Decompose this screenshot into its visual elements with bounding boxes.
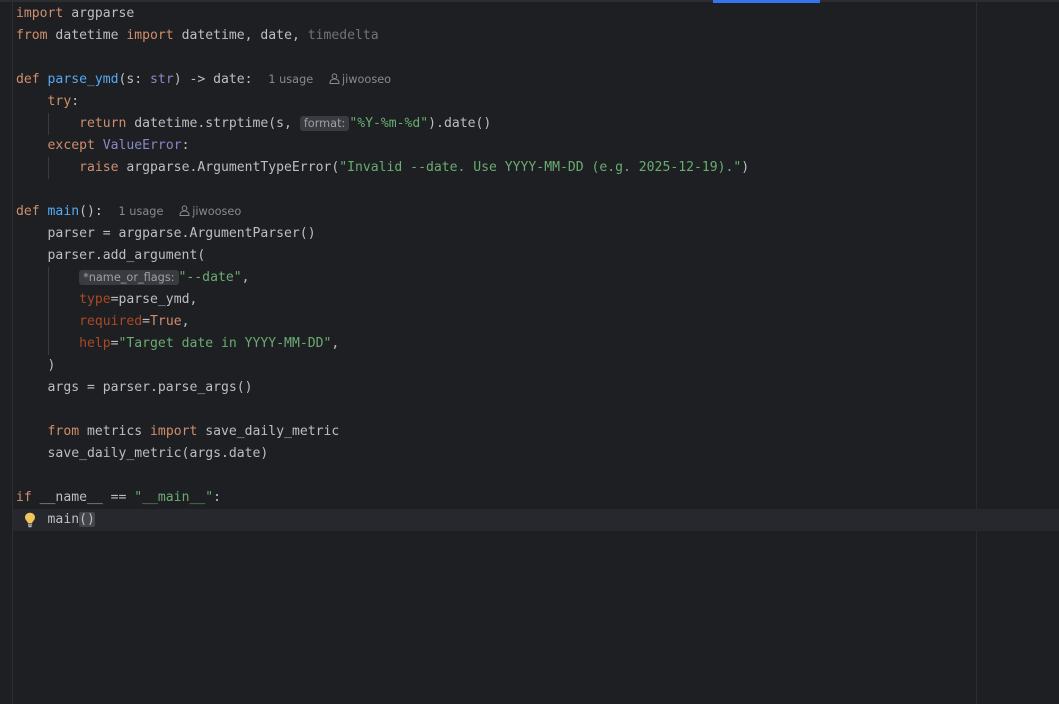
code-text: = — [142, 314, 151, 329]
lightbulb-icon[interactable] — [24, 512, 36, 528]
string-literal: "Invalid --date. Use YYYY-MM-DD (e.g. 20… — [339, 160, 742, 175]
code-text: save_daily_metric(args.date) — [47, 446, 269, 461]
code-text: argparse.ArgumentTypeError( — [118, 160, 340, 175]
string-literal: "%Y-%m-%d" — [349, 116, 429, 131]
author-name: jiwooseo — [192, 205, 242, 218]
usage-hint[interactable]: 1 usage — [119, 205, 164, 218]
code-line[interactable]: if __name__ == "__main__": — [16, 487, 971, 509]
code-line-empty[interactable] — [16, 465, 971, 487]
code-line[interactable]: def main(): 1 usage jiwooseo — [16, 201, 971, 223]
keyword: return — [79, 116, 127, 131]
string-literal: "--date" — [178, 270, 242, 285]
string-literal: "Target date in YYYY-MM-DD" — [118, 336, 332, 351]
code-text: metrics — [79, 424, 151, 439]
code-text: datetime.strptime(s, — [126, 116, 300, 131]
code-text: argparse — [63, 6, 135, 21]
keyword: raise — [79, 160, 119, 175]
code-text: parser.add_argument( — [47, 248, 206, 263]
keyword: def — [16, 72, 40, 87]
code-area[interactable]: import argparse from datetime import dat… — [16, 3, 971, 531]
author-hint[interactable]: jiwooseo — [329, 73, 391, 86]
code-line-empty[interactable] — [16, 179, 971, 201]
keyword: if — [16, 490, 32, 505]
code-line[interactable]: except ValueError: — [16, 135, 971, 157]
keyword-argument: help — [79, 336, 111, 351]
code-line[interactable]: try: — [16, 91, 971, 113]
code-text: , — [241, 270, 250, 285]
code-text: =parse_ymd, — [110, 292, 198, 307]
code-text: ) — [47, 358, 56, 373]
gutter-edge — [12, 2, 13, 704]
code-editor[interactable]: import argparse from datetime import dat… — [0, 0, 1059, 704]
code-text: (): — [79, 204, 103, 219]
code-line-current[interactable]: main() — [16, 509, 971, 531]
keyword: True — [150, 314, 182, 329]
inlay-hint-format: format: — [299, 116, 350, 131]
code-text: save_daily_metric — [197, 424, 340, 439]
author-name: jiwooseo — [341, 73, 392, 86]
right-margin-guide — [976, 2, 977, 704]
code-line[interactable]: ) — [16, 355, 971, 377]
code-line[interactable]: parser.add_argument( — [16, 245, 971, 267]
keyword: def — [16, 204, 40, 219]
code-line[interactable]: def parse_ymd(s: str) -> date: 1 usage j… — [16, 69, 971, 91]
code-line[interactable]: save_daily_metric(args.date) — [16, 443, 971, 465]
function-name[interactable]: parse_ymd — [48, 72, 119, 87]
keyword: from — [16, 28, 48, 43]
code-line[interactable]: type=parse_ymd, — [16, 289, 971, 311]
code-text: args = parser.parse_args() — [47, 380, 253, 395]
keyword: try — [47, 94, 72, 109]
code-text: ) — [741, 160, 750, 175]
code-line[interactable]: args = parser.parse_args() — [16, 377, 971, 399]
code-text: : — [213, 490, 221, 505]
code-text: ) -> date: — [173, 72, 253, 87]
code-text: : — [181, 138, 190, 153]
code-line[interactable]: help="Target date in YYYY-MM-DD", — [16, 333, 971, 355]
code-line[interactable]: from metrics import save_daily_metric — [16, 421, 971, 443]
keyword-argument: required — [79, 314, 143, 329]
code-text: ).date() — [428, 116, 492, 131]
user-icon — [179, 205, 190, 216]
inlay-hint-name-or-flags: *name_or_flags: — [79, 270, 179, 285]
code-text: (s: — [118, 72, 151, 87]
code-text: parser = argparse.ArgumentParser() — [47, 226, 316, 241]
string-literal: "__main__" — [134, 490, 214, 505]
code-text: = — [110, 336, 119, 351]
code-text: , — [331, 336, 340, 351]
code-line[interactable]: required=True, — [16, 311, 971, 333]
code-line[interactable]: parser = argparse.ArgumentParser() — [16, 223, 971, 245]
keyword: import — [16, 6, 64, 21]
code-line[interactable]: raise argparse.ArgumentTypeError("Invali… — [16, 157, 971, 179]
code-text: , — [181, 314, 190, 329]
code-line[interactable]: return datetime.strptime(s, format: "%Y-%… — [16, 113, 971, 135]
keyword: import — [126, 28, 174, 43]
code-text: datetime, date, — [173, 28, 308, 43]
matched-paren: () — [79, 512, 95, 527]
code-text: : — [71, 94, 80, 109]
keyword: from — [47, 424, 80, 439]
user-icon — [329, 73, 340, 84]
builtin-exception: ValueError — [102, 138, 182, 153]
keyword: except — [47, 138, 95, 153]
code-line-empty[interactable] — [16, 399, 971, 421]
editor-top-border — [0, 0, 1059, 2]
function-name[interactable]: main — [48, 204, 80, 219]
code-line[interactable]: from datetime import datetime, date, tim… — [16, 25, 971, 47]
keyword: import — [150, 424, 198, 439]
usage-hint[interactable]: 1 usage — [268, 73, 313, 86]
builtin-type: str — [150, 72, 174, 87]
code-text: datetime — [47, 28, 127, 43]
code-text: main — [47, 512, 80, 527]
code-line[interactable]: *name_or_flags: "--date", — [16, 267, 971, 289]
code-line-empty[interactable] — [16, 47, 971, 69]
code-line[interactable]: import argparse — [16, 3, 971, 25]
code-text: __name__ == — [31, 490, 135, 505]
unused-import: timedelta — [307, 28, 379, 43]
keyword-argument: type — [79, 292, 111, 307]
author-hint[interactable]: jiwooseo — [179, 205, 241, 218]
